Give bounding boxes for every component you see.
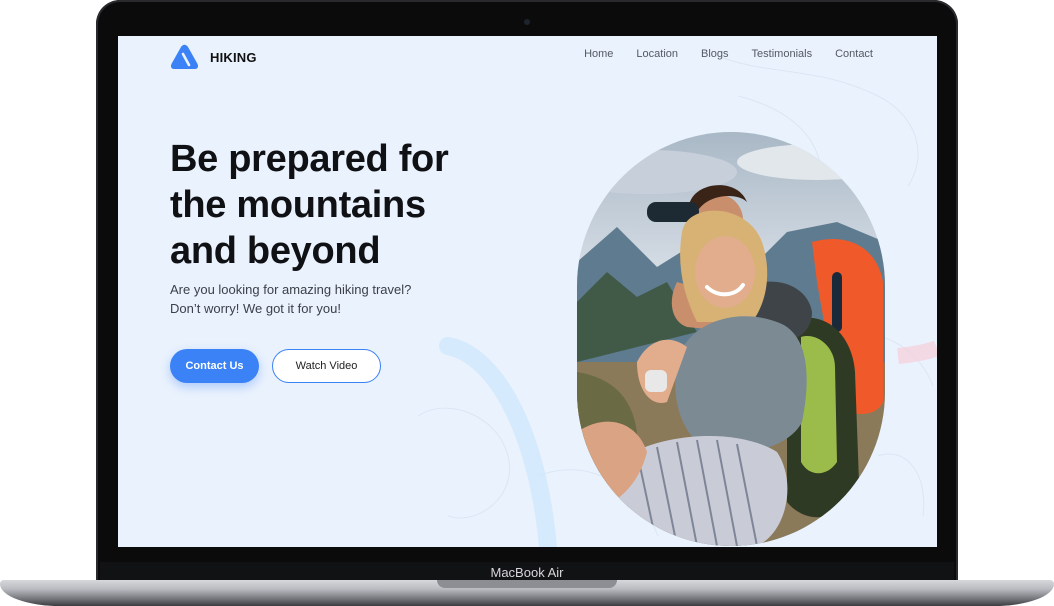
camera-icon bbox=[524, 19, 530, 25]
brand-name: HIKING bbox=[210, 49, 257, 65]
nav-testimonials[interactable]: Testimonials bbox=[752, 48, 813, 60]
watch-video-button[interactable]: Watch Video bbox=[272, 349, 381, 383]
contact-us-button[interactable]: Contact Us bbox=[170, 349, 259, 383]
hero-photo bbox=[577, 132, 885, 546]
device-label: MacBook Air bbox=[490, 565, 564, 580]
hero-subtitle: Are you looking for amazing hiking trave… bbox=[170, 282, 412, 316]
nav-home[interactable]: Home bbox=[584, 48, 613, 60]
hero-title: Be prepared for the mountains and beyond bbox=[170, 138, 449, 272]
main-nav: Home Location Blogs Testimonials Contact bbox=[584, 48, 873, 60]
nav-location[interactable]: Location bbox=[636, 48, 678, 60]
nav-blogs[interactable]: Blogs bbox=[701, 48, 729, 60]
website-screen: HIKING Home Location Blogs Testimonials … bbox=[118, 36, 937, 547]
mountain-icon bbox=[170, 44, 199, 69]
nav-contact[interactable]: Contact bbox=[835, 48, 873, 60]
site-logo[interactable]: HIKING bbox=[170, 44, 257, 70]
